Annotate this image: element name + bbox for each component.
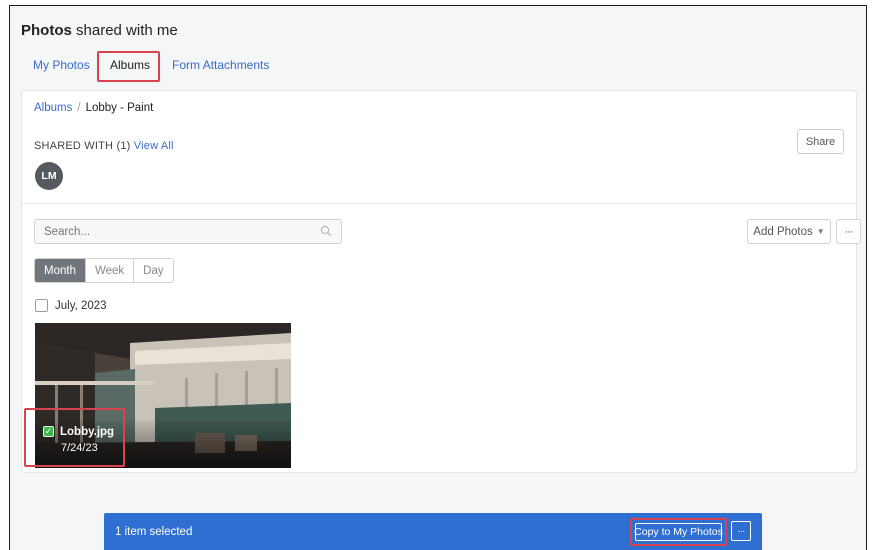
chevron-down-icon: ▼ — [816, 227, 825, 236]
more-options-button[interactable]: ··· — [836, 219, 861, 244]
view-month-button[interactable]: Month — [35, 259, 85, 282]
divider — [22, 203, 856, 204]
share-button[interactable]: Share — [797, 129, 844, 154]
add-photos-button[interactable]: Add Photos ▼ — [747, 219, 831, 244]
view-all-link[interactable]: View All — [134, 140, 174, 152]
selection-more-button[interactable]: ··· — [731, 521, 751, 541]
photo-name: Lobby.jpg — [60, 426, 115, 438]
month-select-checkbox[interactable] — [35, 299, 48, 312]
copy-to-my-photos-button[interactable]: Copy to My Photos — [634, 523, 723, 541]
view-week-button[interactable]: Week — [84, 259, 134, 282]
breadcrumb: Albums / Lobby - Paint — [34, 102, 153, 114]
copy-button-highlight: Copy to My Photos — [630, 518, 727, 546]
breadcrumb-separator: / — [77, 102, 81, 114]
breadcrumb-albums-link[interactable]: Albums — [34, 102, 72, 114]
tab-form-attachments[interactable]: Form Attachments — [172, 58, 269, 72]
page-header: Photos shared with me My Photos Albums F… — [10, 6, 866, 90]
month-label: July, 2023 — [55, 299, 107, 312]
photo-date: 7/24/23 — [61, 442, 98, 454]
view-day-button[interactable]: Day — [133, 259, 173, 282]
breadcrumb-current: Lobby - Paint — [85, 102, 154, 114]
album-card: Albums / Lobby - Paint SHARED WITH (1) Vie… — [21, 90, 861, 473]
photo-checkbox-checked-icon[interactable]: ✓ — [43, 426, 54, 437]
page-title: Photos shared with me — [21, 22, 178, 39]
app-window: Photos shared with me My Photos Albums F… — [9, 5, 867, 550]
shared-with-label: SHARED WITH (1) View All — [34, 140, 174, 152]
search-box — [34, 219, 342, 244]
view-toggle: Month Week Day — [34, 258, 174, 283]
search-input[interactable] — [35, 220, 314, 243]
month-group-header: July, 2023 — [35, 299, 107, 312]
selection-count: 1 item selected — [115, 526, 193, 538]
search-icon[interactable] — [320, 225, 332, 237]
selection-action-bar: 1 item selected Copy to My Photos ··· — [104, 513, 762, 550]
tab-albums[interactable]: Albums — [110, 58, 150, 72]
tab-my-photos[interactable]: My Photos — [33, 58, 90, 72]
avatar[interactable]: LM — [35, 162, 63, 190]
